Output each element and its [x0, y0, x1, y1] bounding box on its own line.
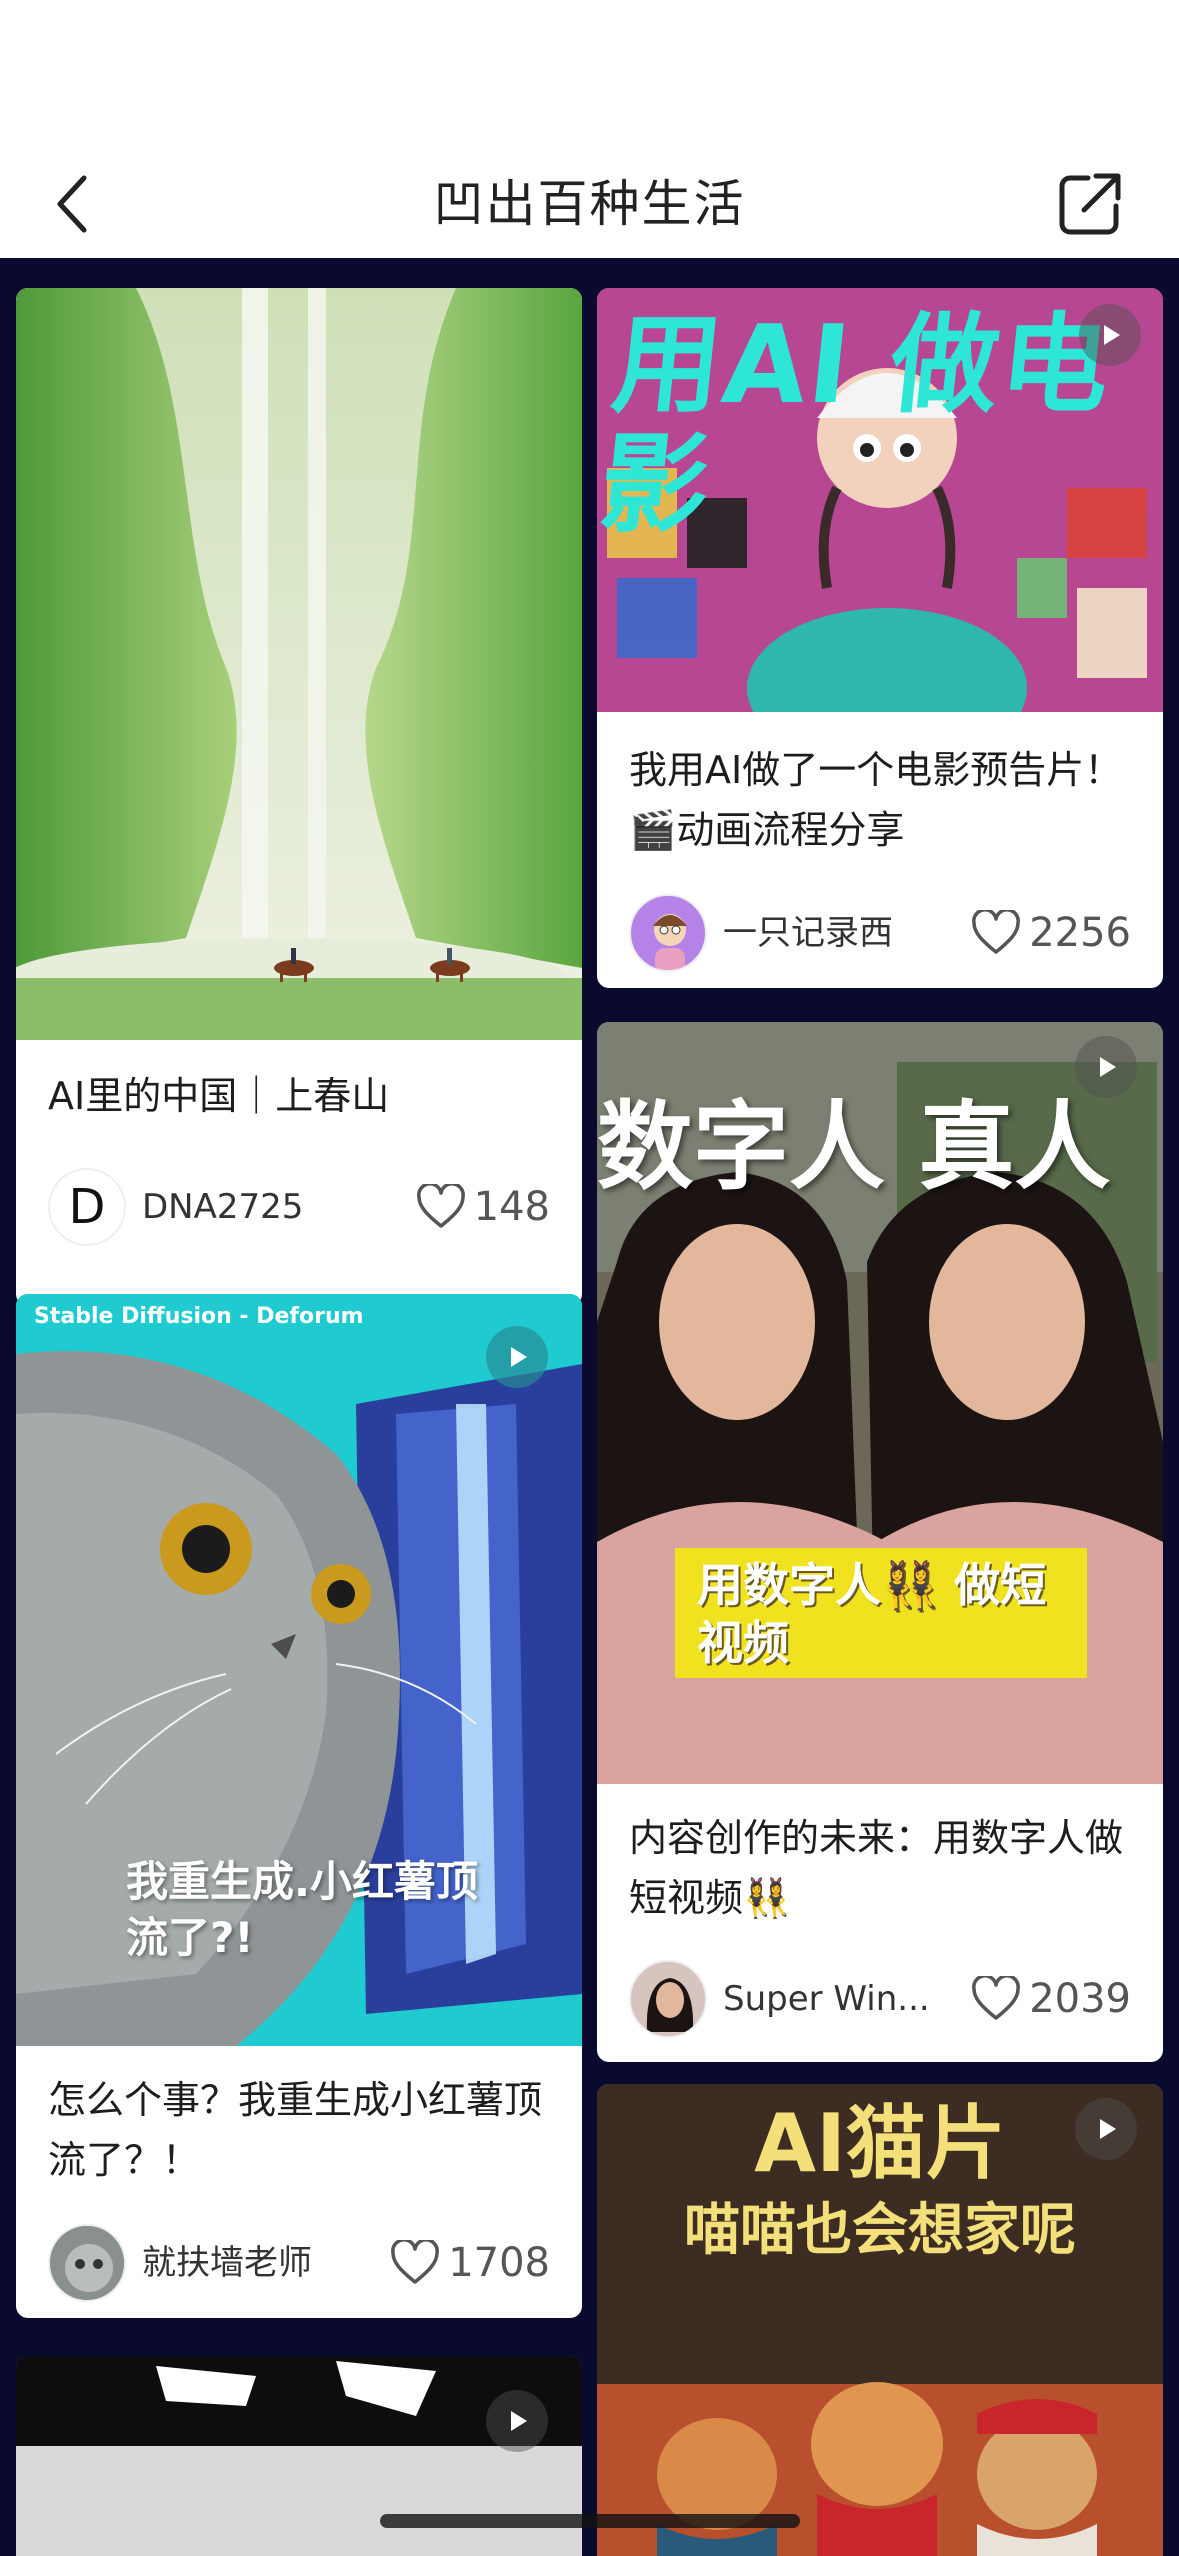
like-number: 148: [473, 1184, 550, 1230]
status-bar: [0, 0, 1179, 150]
author-name[interactable]: Super Win...: [723, 1960, 930, 2038]
like-count[interactable]: 2256: [971, 894, 1131, 972]
page-title: 凹出百种生活: [433, 175, 746, 233]
card-meta: 一只记录西 2256: [629, 894, 1131, 974]
like-count[interactable]: 1708: [390, 2224, 550, 2302]
thumbnail-top-label: Stable Diffusion - Deforum: [34, 1304, 364, 1329]
heart-icon[interactable]: [971, 1976, 1021, 2022]
card-title: 我用AI做了一个电影预告片！🎬动画流程分享: [629, 748, 1123, 852]
feed-card[interactable]: Stable Diffusion - Deforum 我重生成.小红薯顶流了?!…: [16, 1294, 582, 2318]
card-title: 怎么个事？我重生成小红薯顶流了？！: [48, 2078, 543, 2182]
card-thumbnail: 用AI 做电影: [597, 288, 1163, 712]
author-name[interactable]: 一只记录西: [723, 894, 893, 972]
play-icon: [1079, 304, 1141, 366]
feed-card[interactable]: 数字人 真人 用数字人👯‍♀️ 做短视频 内容创作的未来：用数字人做短视频👯‍♀…: [597, 1022, 1163, 2062]
card-meta: 就扶墙老师 1708: [48, 2224, 550, 2304]
thumbnail-overlay-text: 用AI 做电影: [597, 303, 1118, 548]
card-thumbnail: AI猫片 喵喵也会想家呢: [597, 2084, 1163, 2556]
play-icon: [1075, 2098, 1137, 2160]
author-name[interactable]: 就扶墙老师: [142, 2224, 312, 2302]
feed-card[interactable]: AI猫片 喵喵也会想家呢: [597, 2084, 1163, 2556]
avatar[interactable]: [629, 1960, 707, 2038]
play-icon: [1075, 1036, 1137, 1098]
heart-icon[interactable]: [971, 910, 1021, 956]
thumbnail-banner: 用数字人👯‍♀️ 做短视频: [697, 1558, 1047, 1670]
heart-icon[interactable]: [390, 2240, 440, 2286]
thumbnail-overlay-subtitle: 喵喵也会想家呢: [684, 2198, 1076, 2263]
feed-grid[interactable]: AI里的中国｜上春山 D DNA2725 148 用AI 做电影 我用AI做了一…: [0, 258, 1179, 2556]
card-meta: D DNA2725 148: [48, 1168, 550, 1248]
thumbnail-overlay-text: 数字人 真人: [597, 1091, 1111, 1203]
card-title: 内容创作的未来：用数字人做短视频👯‍♀️: [629, 1816, 1124, 1920]
like-count[interactable]: 2039: [971, 1960, 1131, 2038]
heart-icon[interactable]: [416, 1184, 466, 1230]
avatar-letter: D: [68, 1179, 106, 1235]
author-name[interactable]: DNA2725: [142, 1168, 303, 1246]
card-meta: Super Win... 2039: [629, 1960, 1131, 2040]
card-thumbnail: 数字人 真人 用数字人👯‍♀️ 做短视频: [597, 1022, 1163, 1784]
feed-card[interactable]: 用AI 做电影 我用AI做了一个电影预告片！🎬动画流程分享 一只记录西 2256: [597, 288, 1163, 988]
avatar[interactable]: [48, 2224, 126, 2302]
card-title: AI里的中国｜上春山: [48, 1074, 390, 1118]
card-thumbnail: [16, 288, 582, 1040]
card-thumbnail: Stable Diffusion - Deforum 我重生成.小红薯顶流了?!: [16, 1294, 582, 2046]
like-count[interactable]: 148: [416, 1168, 550, 1246]
like-number: 2256: [1029, 910, 1131, 956]
avatar[interactable]: [629, 894, 707, 972]
share-icon[interactable]: [1050, 164, 1130, 244]
feed-card[interactable]: AI里的中国｜上春山 D DNA2725 148: [16, 288, 582, 1306]
nav-bar: 凹出百种生活: [0, 150, 1179, 258]
home-indicator[interactable]: [380, 2514, 800, 2528]
play-icon: [486, 1326, 548, 1388]
like-number: 2039: [1029, 1976, 1131, 2022]
thumbnail-caption: 我重生成.小红薯顶流了?!: [126, 1857, 478, 1962]
avatar[interactable]: D: [48, 1168, 126, 1246]
like-number: 1708: [448, 2240, 550, 2286]
play-icon: [486, 2390, 548, 2452]
